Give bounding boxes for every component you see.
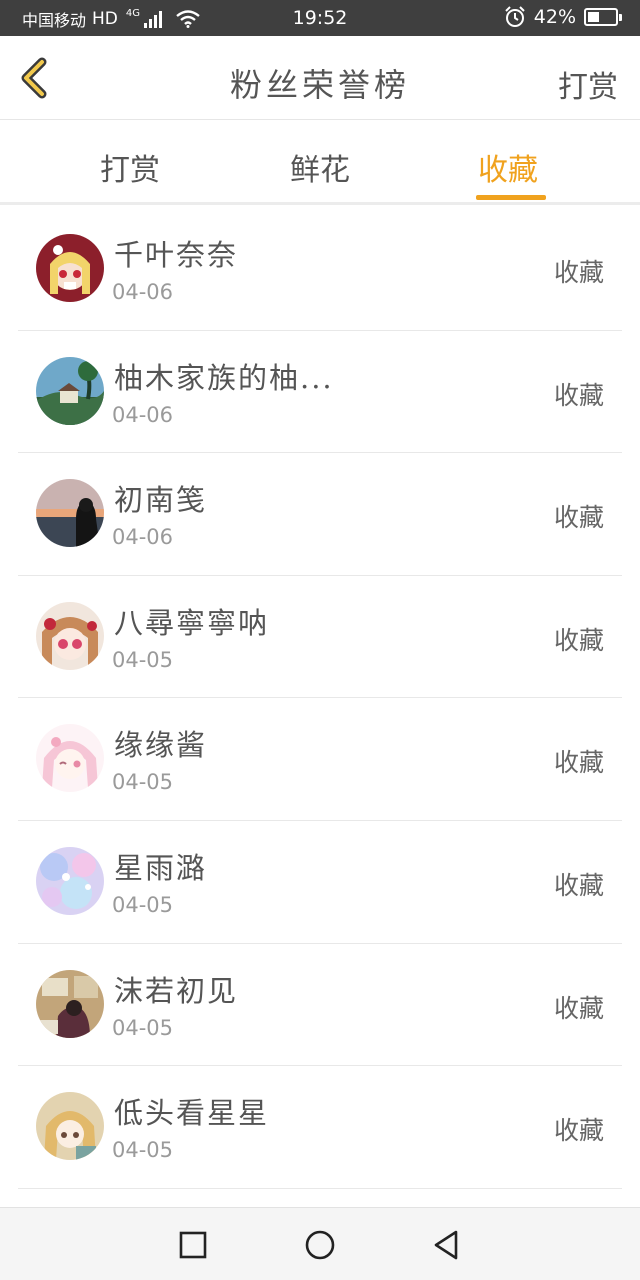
date-label: 04-06 <box>112 402 174 427</box>
list-item[interactable]: 低头看星星 04-05 收藏 <box>18 1066 622 1189</box>
active-tab-indicator <box>476 195 546 200</box>
page-title: 粉丝荣誉榜 <box>229 66 410 104</box>
list-item[interactable]: 沫若初见 04-05 收藏 <box>18 944 622 1067</box>
home-icon[interactable] <box>303 1228 337 1262</box>
status-bar: 中国移动 HD 4G 19:52 42% <box>0 0 640 36</box>
date-label: 04-05 <box>112 770 174 795</box>
list-item[interactable]: 柚木家族的柚... 04-06 收藏 <box>18 331 622 454</box>
list-item[interactable]: 初南笺 04-06 收藏 <box>18 453 622 576</box>
status-right: 42% <box>504 6 622 28</box>
alarm-icon <box>505 6 525 27</box>
user-name: 低头看星星 <box>114 1096 270 1131</box>
user-name: 八尋寧寧呐 <box>114 605 270 640</box>
battery-level-fill <box>588 12 599 22</box>
favorite-label: 收藏 <box>553 380 604 410</box>
user-name: 千叶奈奈 <box>114 238 239 272</box>
list-item[interactable]: 星雨潞 04-05 收藏 <box>18 821 622 944</box>
favorite-label: 收藏 <box>553 748 604 778</box>
avatar[interactable] <box>36 969 104 1038</box>
favorite-label: 收藏 <box>553 1116 604 1146</box>
avatar[interactable] <box>36 601 104 670</box>
date-label: 04-06 <box>112 280 174 304</box>
date-label: 04-05 <box>112 1138 174 1163</box>
avatar[interactable] <box>36 1092 104 1161</box>
tab-reward[interactable]: 打赏 <box>100 145 160 189</box>
favorite-label: 收藏 <box>553 258 604 287</box>
battery-percent: 42% <box>533 6 576 28</box>
favorite-label: 收藏 <box>553 503 604 533</box>
tab-bar: 打赏 鲜花 收藏 <box>0 121 640 205</box>
user-name: 沫若初见 <box>114 973 239 1008</box>
favorite-label: 收藏 <box>553 993 604 1023</box>
system-nav-bar <box>0 1207 640 1280</box>
fan-list: 千叶奈奈 04-06 收藏 柚木家族的柚... 04-06 收藏 初南笺 04-… <box>0 208 640 1189</box>
date-label: 04-05 <box>112 647 174 672</box>
reward-button[interactable]: 打赏 <box>558 62 618 106</box>
recent-apps-icon[interactable] <box>176 1228 210 1262</box>
user-name: 柚木家族的柚... <box>114 360 334 395</box>
avatar[interactable] <box>36 234 104 302</box>
list-item[interactable]: 缘缘酱 04-05 收藏 <box>18 698 622 821</box>
favorite-label: 收藏 <box>553 625 604 655</box>
user-name: 初南笺 <box>114 483 208 518</box>
tab-favorites[interactable]: 收藏 <box>478 145 538 189</box>
back-nav-icon[interactable] <box>430 1228 464 1262</box>
avatar[interactable] <box>36 356 104 425</box>
date-label: 04-05 <box>112 892 174 917</box>
tab-flowers[interactable]: 鲜花 <box>290 145 350 189</box>
avatar[interactable] <box>36 479 104 548</box>
battery-icon <box>584 8 622 26</box>
list-item[interactable]: 八尋寧寧呐 04-05 收藏 <box>18 576 622 699</box>
avatar[interactable] <box>36 846 104 915</box>
date-label: 04-05 <box>112 1015 174 1040</box>
header-bar: 粉丝荣誉榜 打赏 <box>0 36 640 120</box>
user-name: 星雨潞 <box>114 850 208 885</box>
avatar[interactable] <box>36 724 104 793</box>
user-name: 缘缘酱 <box>114 728 208 763</box>
favorite-label: 收藏 <box>553 870 604 900</box>
date-label: 04-06 <box>112 525 174 550</box>
list-item[interactable]: 千叶奈奈 04-06 收藏 <box>18 208 622 331</box>
